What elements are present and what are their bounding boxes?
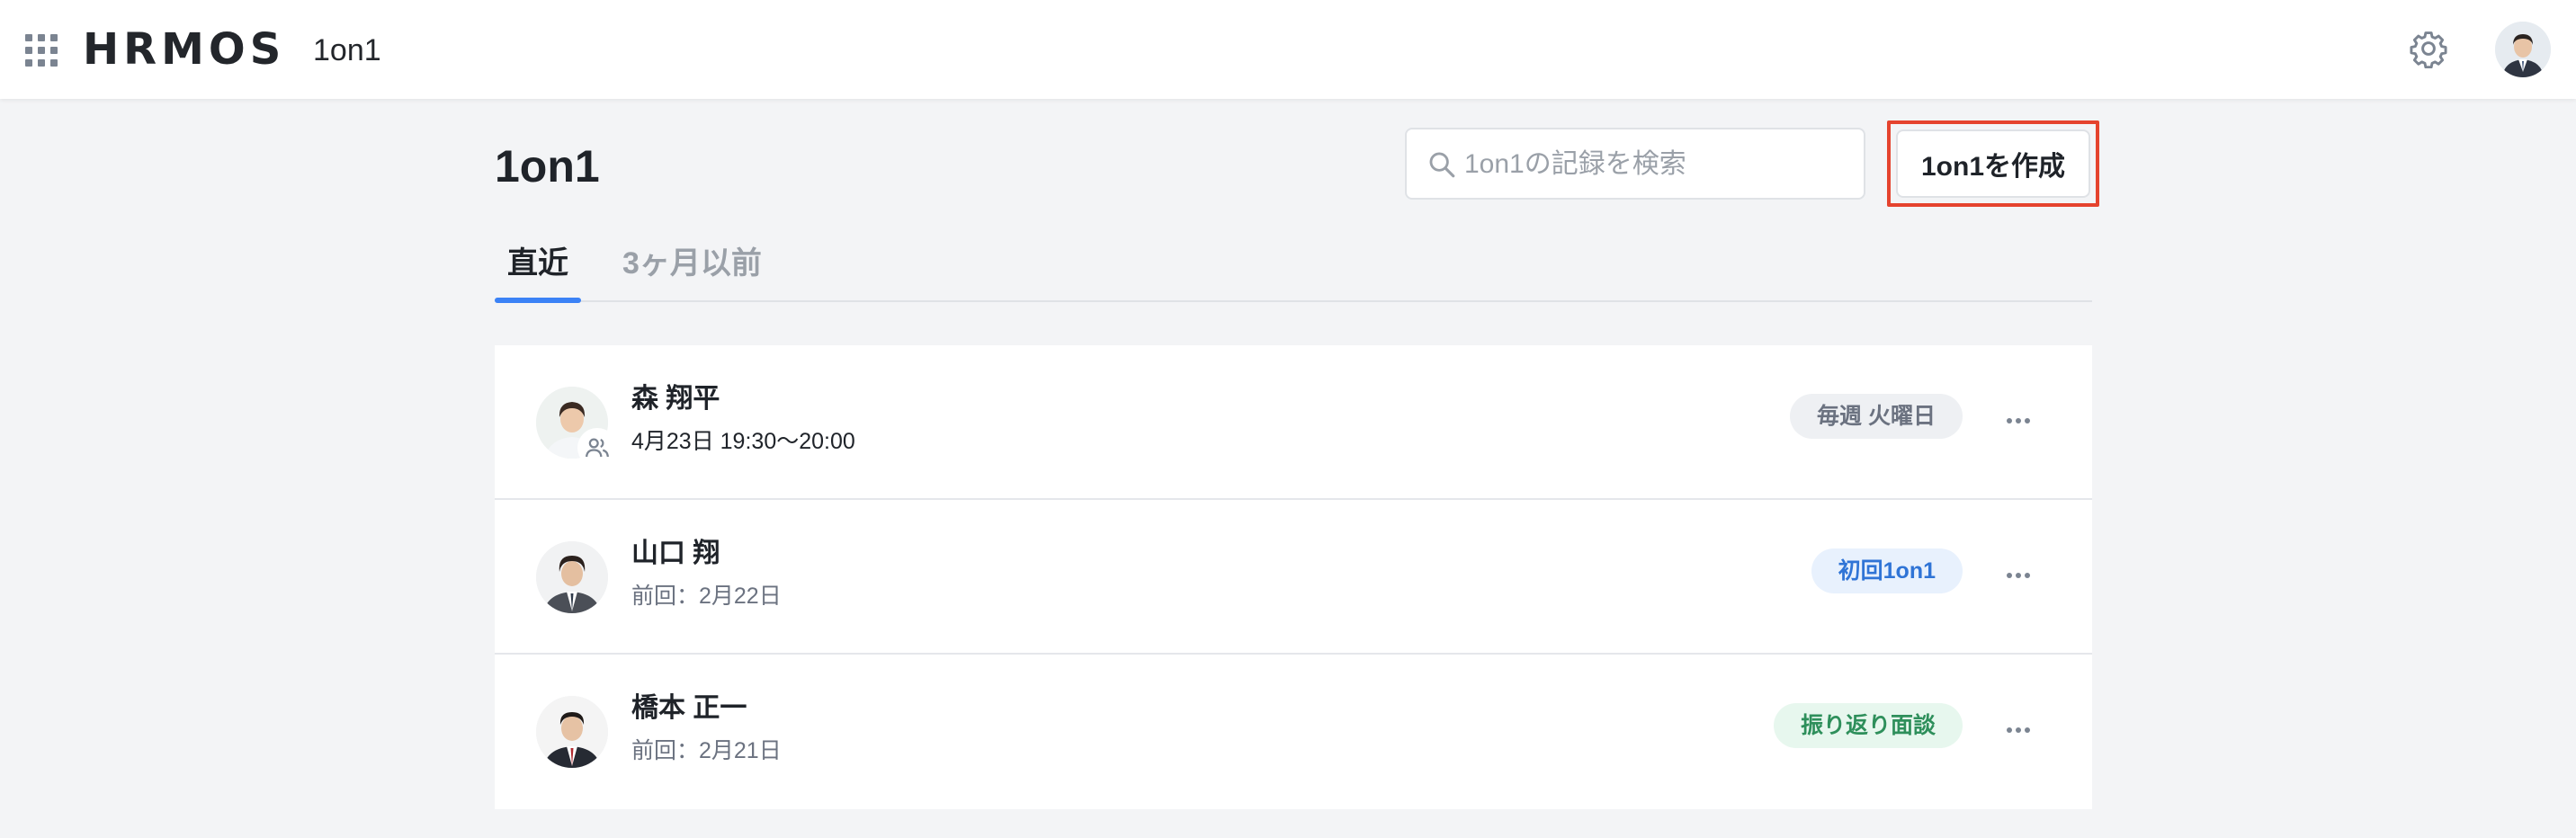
list-item[interactable]: 橋本 正一 前回：2月21日 振り返り面談 xyxy=(495,655,2092,809)
schedule-text: 4月23日 19:30〜20:00 xyxy=(631,429,855,454)
create-button-highlight: 1on1を作成 xyxy=(1887,120,2099,207)
user-avatar[interactable] xyxy=(2495,22,2551,77)
avatar xyxy=(536,541,608,613)
top-header: HRMOS 1on1 xyxy=(0,0,2576,99)
avatar xyxy=(536,696,608,768)
last-meeting-date: 前回：2月21日 xyxy=(631,738,782,763)
more-options-icon[interactable] xyxy=(1999,401,2038,441)
search-box[interactable] xyxy=(1405,128,1865,200)
apps-grid-icon[interactable] xyxy=(23,32,59,68)
list-item[interactable]: 山口 翔 前回：2月22日 初回1on1 xyxy=(495,500,2092,655)
create-1on1-button[interactable]: 1on1を作成 xyxy=(1896,129,2090,198)
status-badge: 毎週 火曜日 xyxy=(1790,394,1963,439)
search-input[interactable] xyxy=(1464,140,1842,189)
person-name: 山口 翔 xyxy=(631,539,720,568)
gear-icon[interactable] xyxy=(2409,29,2448,68)
person-name: 橋本 正一 xyxy=(631,693,747,723)
more-options-icon[interactable] xyxy=(1999,710,2038,750)
one-on-one-list: 森 翔平 4月23日 19:30〜20:00 毎週 火曜日 山口 翔 前回：2月… xyxy=(495,345,2092,809)
tab-recent[interactable]: 直近 xyxy=(507,241,568,286)
hrmos-logo[interactable]: HRMOS xyxy=(83,22,285,77)
more-options-icon[interactable] xyxy=(1999,556,2038,595)
search-icon xyxy=(1429,152,1455,178)
status-badge: 初回1on1 xyxy=(1811,548,1963,593)
tab-older-than-3-months[interactable]: 3ヶ月以前 xyxy=(622,241,762,286)
product-name: 1on1 xyxy=(313,33,381,67)
last-meeting-date: 前回：2月22日 xyxy=(631,584,782,609)
list-item[interactable]: 森 翔平 4月23日 19:30〜20:00 毎週 火曜日 xyxy=(495,345,2092,500)
page-title: 1on1 xyxy=(495,141,600,192)
person-name: 森 翔平 xyxy=(631,384,720,414)
tab-bar: 直近 3ヶ月以前 xyxy=(495,236,2092,303)
status-badge: 振り返り面談 xyxy=(1773,703,1963,748)
group-icon xyxy=(577,428,617,468)
active-tab-indicator xyxy=(495,298,581,303)
